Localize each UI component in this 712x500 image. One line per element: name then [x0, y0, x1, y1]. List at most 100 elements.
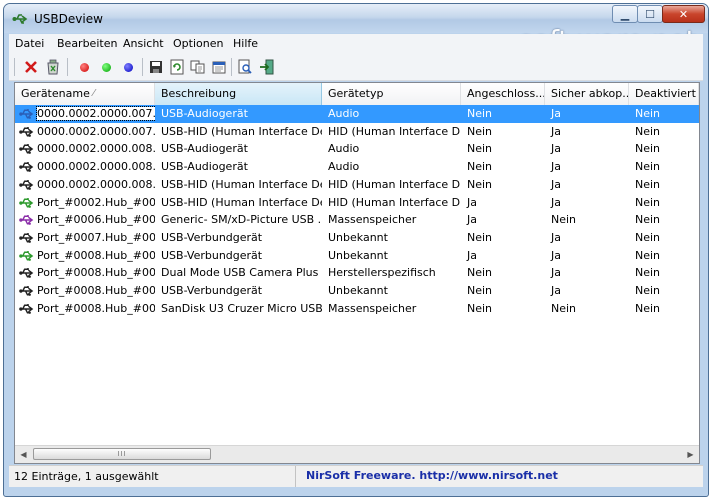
table-row[interactable]: Port_#0007.Hub_#0001 USB-Verbundgerät Unbe…	[15, 229, 699, 247]
properties-button[interactable]	[210, 58, 228, 76]
table-cell: Nein	[635, 107, 661, 120]
close-button[interactable]: ✕	[662, 5, 705, 23]
menu-datei[interactable]: Datei	[15, 37, 44, 50]
exit-button[interactable]	[258, 58, 276, 76]
table-cell: Nein	[467, 107, 493, 120]
device-name: Port_#0007.Hub_#0001	[37, 230, 155, 244]
table-cell: Nein	[467, 266, 493, 280]
device-name: Port_#0008.Hub_#0001	[37, 284, 155, 297]
properties-icon	[212, 61, 226, 74]
copy-button[interactable]	[189, 58, 207, 76]
column-header-angeschlossen[interactable]: Angeschloss...	[461, 83, 545, 105]
table-cell: Ja	[467, 248, 477, 262]
menu-optionen[interactable]: Optionen	[173, 37, 223, 50]
column-header-label: Angeschloss...	[467, 87, 545, 100]
table-cell: Ja	[551, 124, 561, 138]
table-row[interactable]: 0000.0002.0000.008.00... USB-Audiogerät Au…	[15, 158, 699, 176]
scroll-right-arrow-icon[interactable]: ▶	[682, 446, 699, 462]
scroll-left-arrow-icon[interactable]: ◀	[15, 446, 32, 462]
device-list[interactable]: Gerätename ⁄ Beschreibung Gerätetyp Ange…	[14, 82, 700, 464]
table-row[interactable]: 0000.0002.0000.007.00... USB-Audiogerät Au…	[15, 105, 699, 123]
delete-button[interactable]	[22, 58, 40, 76]
toolbar-separator	[231, 58, 232, 76]
column-header-sicher-abkoppeln[interactable]: Sicher abkop...	[545, 83, 629, 105]
table-cell: Audio	[328, 107, 360, 120]
html-report-icon	[238, 59, 252, 74]
uninstall-button[interactable]	[44, 58, 62, 76]
title-bar[interactable]: USBDeview ▁ ☐ ✕	[4, 4, 708, 33]
table-cell: 0000.0002.0000.007.00...	[15, 123, 155, 141]
menu-ansicht[interactable]: Ansicht	[123, 37, 164, 50]
scroll-thumb[interactable]: III	[33, 448, 211, 460]
table-row[interactable]: Port_#0002.Hub_#0003 USB-HID (Human Inter…	[15, 194, 699, 212]
table-cell: Nein	[467, 284, 493, 297]
table-cell: 0000.0002.0000.008.00...	[15, 140, 155, 158]
minimize-button[interactable]: ▁	[612, 5, 638, 23]
table-row[interactable]: Port_#0008.Hub_#0001 USB-Verbundgerät Unbe…	[15, 247, 699, 265]
table-cell: USB-Audiogerät	[161, 107, 248, 120]
usb-device-icon	[19, 233, 34, 243]
menu-bearbeiten[interactable]: Bearbeiten	[57, 37, 117, 50]
usb-device-icon	[19, 303, 34, 314]
table-row[interactable]: Port_#0008.Hub_#0001 USB-Verbundgerät Unbe…	[15, 282, 699, 300]
column-header-label: Deaktiviert	[635, 87, 696, 100]
device-name: 0000.0002.0000.008.00...	[37, 177, 155, 191]
device-name: 0000.0002.0000.008.00...	[37, 142, 155, 156]
table-cell: Port_#0008.Hub_#0001	[15, 282, 155, 300]
status-nirsoft-link[interactable]: NirSoft Freeware. http://www.nirsoft.net	[295, 466, 558, 487]
usb-device-icon	[19, 197, 34, 208]
horizontal-scrollbar[interactable]: ◀ III ▶	[15, 445, 699, 463]
table-cell: Nein	[551, 301, 577, 315]
refresh-button[interactable]	[168, 58, 186, 76]
maximize-icon: ☐	[645, 7, 655, 21]
usb-device-icon	[19, 144, 34, 155]
html-report-button[interactable]	[236, 58, 254, 76]
column-header-geraetetyp[interactable]: Gerätetyp	[322, 83, 461, 105]
blue-dot-button[interactable]	[119, 58, 137, 76]
minimize-icon: ▁	[620, 7, 630, 21]
table-cell: Massenspeicher	[328, 213, 417, 227]
table-row[interactable]: 0000.0002.0000.007.00... USB-HID (Human I…	[15, 123, 699, 141]
table-cell: Nein	[467, 301, 493, 315]
table-cell: Ja	[551, 266, 561, 280]
menu-hilfe[interactable]: Hilfe	[233, 37, 258, 50]
table-cell: Dual Mode USB Camera Plus	[161, 266, 319, 280]
status-bar: 12 Einträge, 1 ausgewählt NirSoft Freewa…	[9, 465, 703, 487]
maximize-button[interactable]: ☐	[637, 5, 663, 23]
device-name: Port_#0008.Hub_#0001	[37, 248, 155, 262]
column-header-geraetename[interactable]: Gerätename ⁄	[15, 83, 155, 105]
table-cell: Port_#0006.Hub_#0002	[15, 211, 155, 229]
green-dot-button[interactable]	[97, 58, 115, 76]
column-header-beschreibung[interactable]: Beschreibung	[155, 83, 322, 105]
table-cell: Ja	[551, 107, 561, 120]
status-item-count: 12 Einträge, 1 ausgewählt	[14, 470, 159, 483]
refresh-icon	[170, 59, 184, 75]
table-cell: Ja	[551, 177, 561, 191]
toolbar-separator	[67, 58, 68, 76]
save-button[interactable]	[147, 58, 165, 76]
table-row[interactable]: Port_#0006.Hub_#0002 Generic- SM/xD-Pictu…	[15, 211, 699, 229]
toolbar-separator	[14, 58, 15, 76]
blue-dot-icon	[123, 62, 133, 72]
table-row[interactable]: Port_#0008.Hub_#0001 Dual Mode USB Camera…	[15, 264, 699, 282]
green-dot-icon	[101, 62, 111, 72]
table-row[interactable]: 0000.0002.0000.008.00... USB-HID (Human I…	[15, 176, 699, 194]
close-icon: ✕	[678, 7, 689, 21]
table-cell: USB-Verbundgerät	[161, 284, 263, 297]
usb-device-icon	[19, 250, 34, 261]
table-cell: Nein	[467, 124, 493, 138]
window-title: USBDeview	[34, 12, 103, 26]
column-header-deaktiviert[interactable]: Deaktiviert	[629, 83, 699, 105]
device-name: Port_#0008.Hub_#0002	[37, 301, 155, 315]
table-cell: Ja	[551, 160, 561, 174]
table-cell: Ja	[467, 195, 477, 209]
table-row[interactable]: 0000.0002.0000.008.00... USB-Audiogerät Au…	[15, 140, 699, 158]
table-cell: Nein	[467, 230, 493, 244]
usb-device-icon	[19, 126, 34, 137]
table-cell: SanDisk U3 Cruzer Micro USB ...	[161, 301, 322, 315]
usb-device-icon	[19, 179, 34, 190]
toolbar	[9, 54, 703, 81]
table-row[interactable]: Port_#0008.Hub_#0002 SanDisk U3 Cruzer Mi…	[15, 300, 699, 318]
red-dot-button[interactable]	[75, 58, 93, 76]
column-header-label: Gerätetyp	[328, 87, 384, 100]
